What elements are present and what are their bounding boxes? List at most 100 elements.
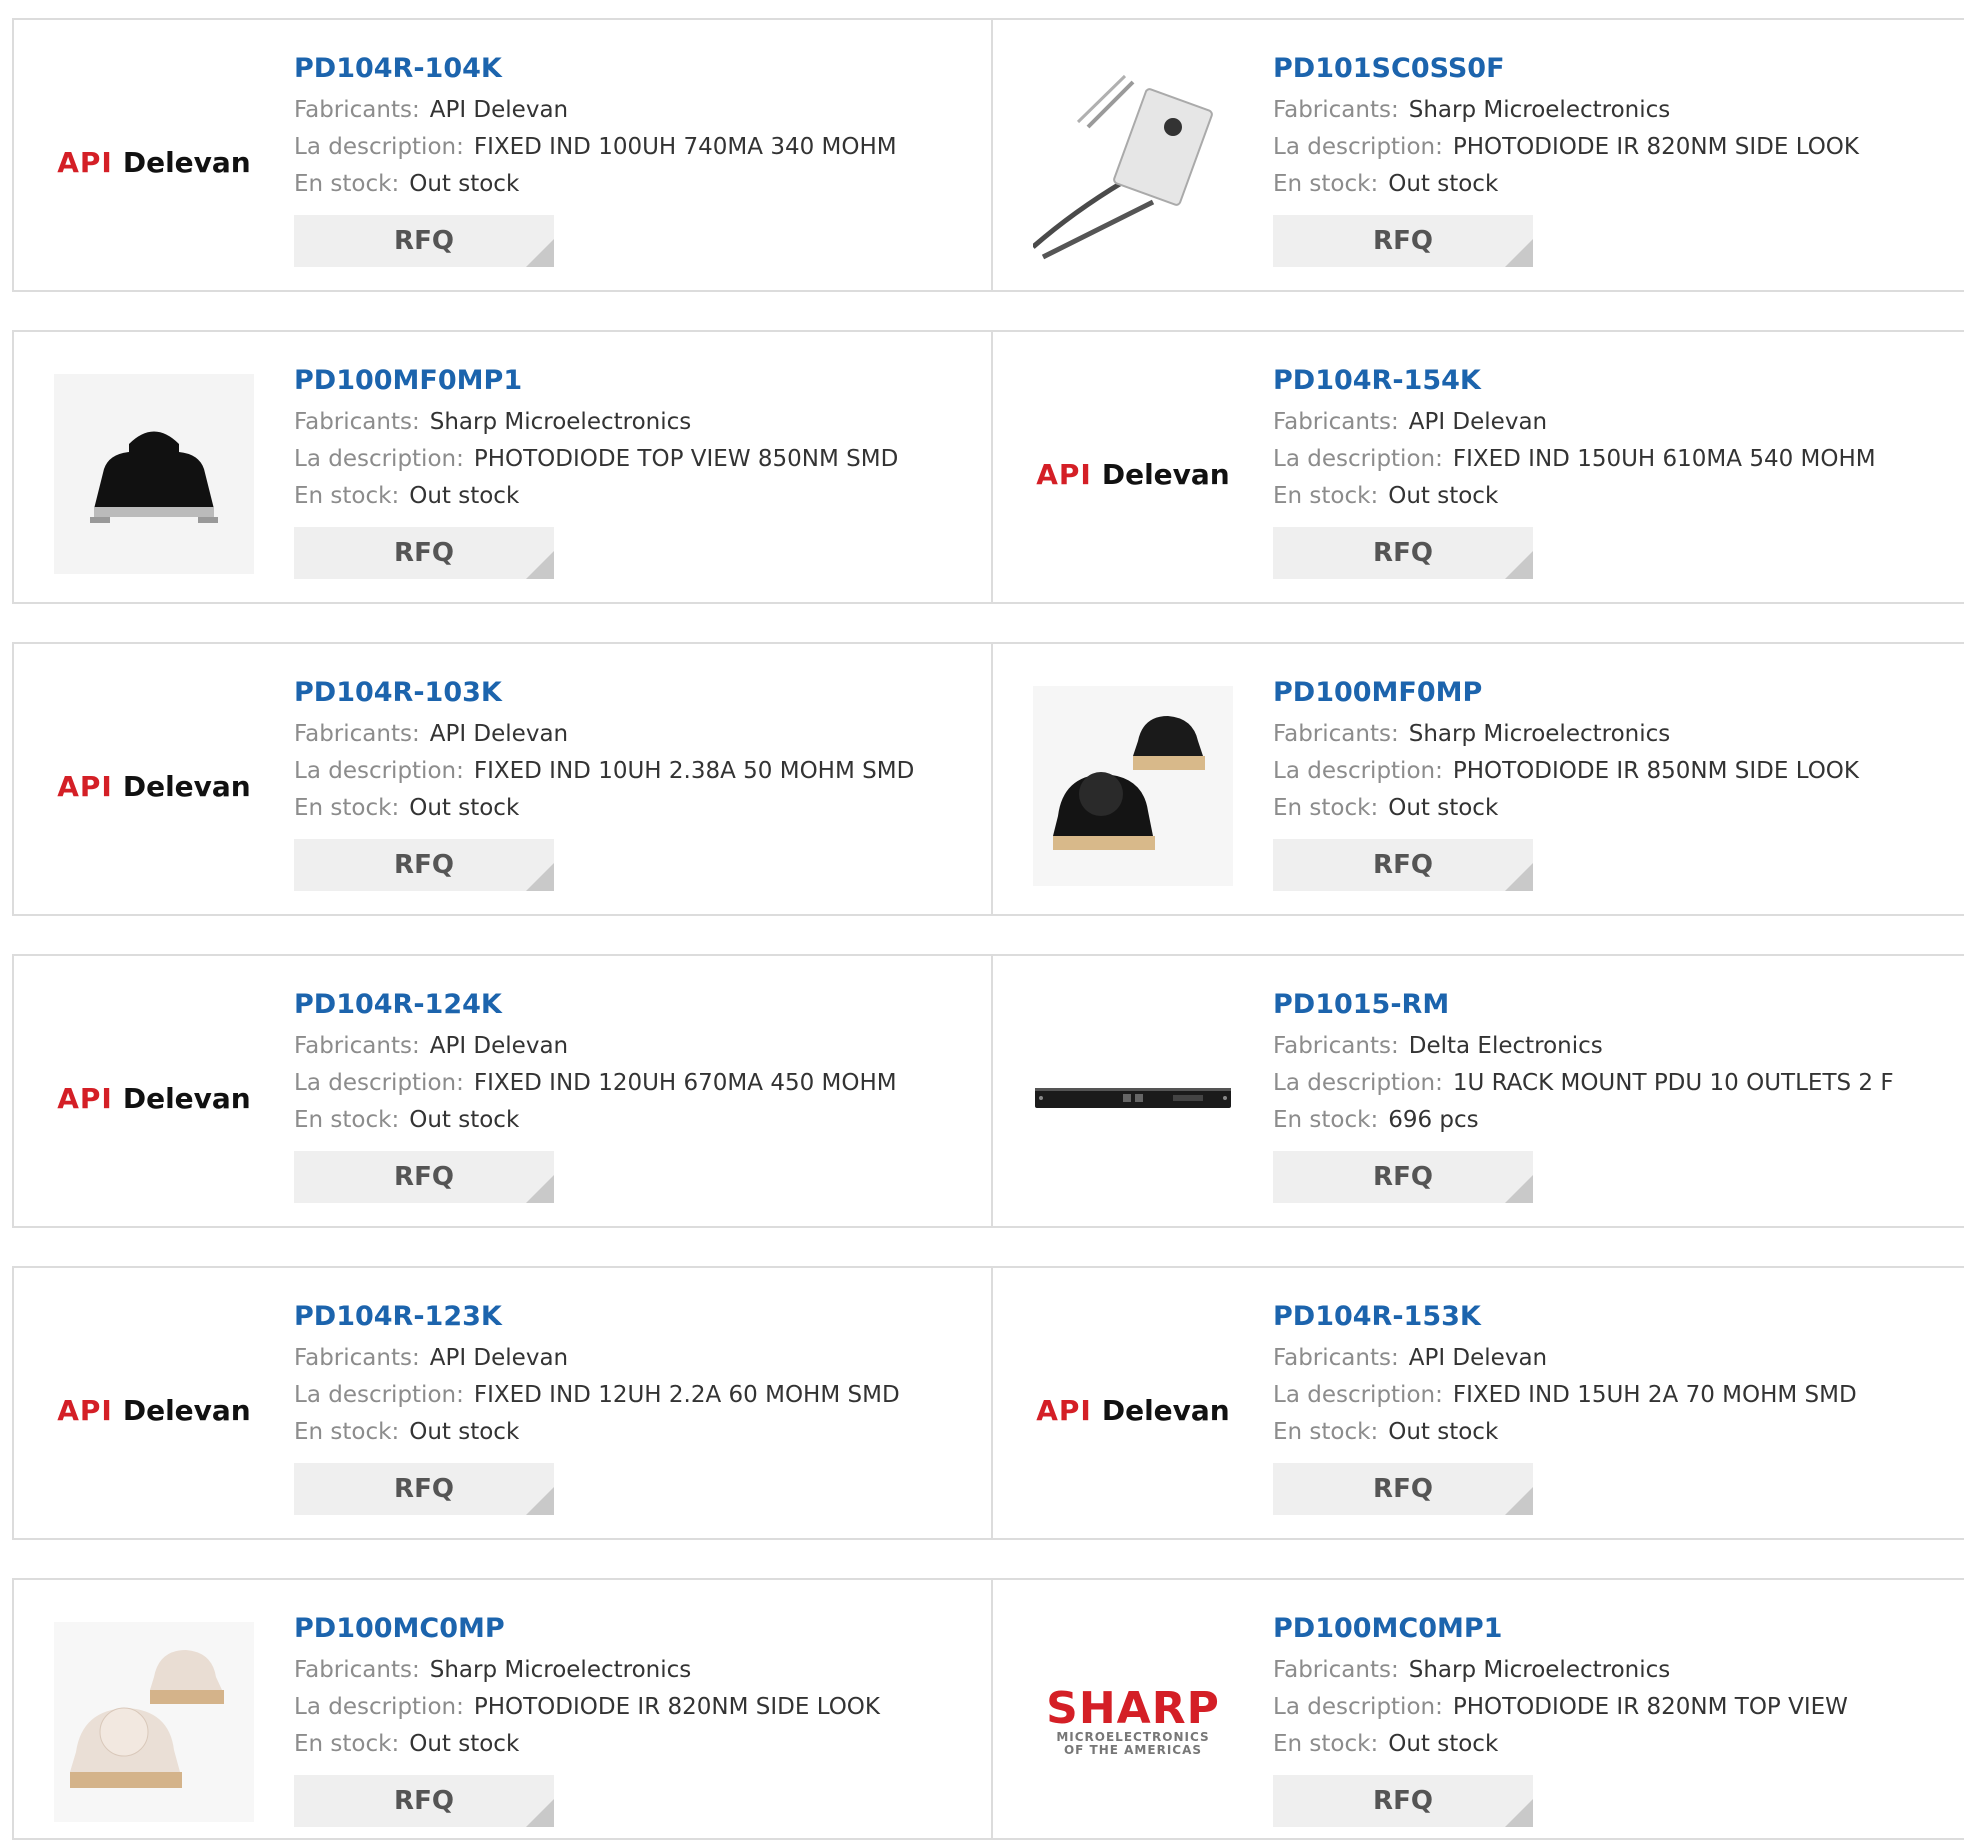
manufacturer-logo[interactable]: API Delevan (54, 62, 254, 262)
rfq-button[interactable]: RFQ (294, 1463, 554, 1515)
description-value: FIXED IND 12UH 2.2A 60 MOHM SMD (473, 1382, 900, 1408)
part-number-link[interactable]: PD100MC0MP (294, 1610, 880, 1648)
product-card: API Delevan PD104R-124K Fabricants: API De… (14, 956, 991, 1226)
description-value: FIXED IND 120UH 670MA 450 MOHM (473, 1070, 897, 1096)
product-row: API Delevan PD104R-123K Fabricants: API De… (12, 1266, 1964, 1540)
manufacturer-logo[interactable]: API Delevan (54, 1310, 254, 1510)
product-grid: API Delevan PD104R-104K Fabricants: API De… (0, 0, 1964, 1840)
stock-line: En stock: Out stock (294, 1726, 880, 1763)
manufacturer-label: Fabricants: (1273, 721, 1399, 747)
description-line: La description: PHOTODIODE TOP VIEW 850NM… (294, 441, 898, 478)
stock-value: 696 pcs (1388, 1107, 1479, 1133)
product-card: PD100MC0MP Fabricants: Sharp Microelectro… (14, 1580, 991, 1838)
api-logo-text: API (57, 769, 113, 803)
stock-line: En stock: Out stock (294, 166, 897, 203)
stock-value: Out stock (1388, 1731, 1499, 1757)
black-smd-photodiode-photo (54, 374, 254, 574)
manufacturer-line: Fabricants: API Delevan (294, 1028, 897, 1065)
product-image[interactable] (54, 1622, 254, 1822)
stock-label: En stock: (1273, 483, 1379, 509)
rfq-button[interactable]: RFQ (1273, 215, 1533, 267)
manufacturer-value: Sharp Microelectronics (429, 409, 692, 435)
manufacturer-label: Fabricants: (1273, 97, 1399, 123)
manufacturer-logo[interactable]: API Delevan (1033, 1310, 1233, 1510)
rfq-button[interactable]: RFQ (294, 1775, 554, 1827)
product-row: PD100MC0MP Fabricants: Sharp Microelectro… (12, 1578, 1964, 1840)
stock-line: En stock: Out stock (1273, 1726, 1848, 1763)
manufacturer-line: Fabricants: Sharp Microelectronics (294, 404, 898, 441)
description-label: La description: (294, 446, 464, 472)
manufacturer-logo[interactable]: SHARP MICROELECTRONICS OF THE AMERICAS (1033, 1622, 1233, 1822)
rfq-button[interactable]: RFQ (1273, 1151, 1533, 1203)
manufacturer-logo[interactable]: API Delevan (54, 686, 254, 886)
description-line: La description: FIXED IND 10UH 2.38A 50 M… (294, 753, 914, 790)
manufacturer-value: API Delevan (429, 1345, 569, 1371)
rfq-button[interactable]: RFQ (294, 839, 554, 891)
stock-label: En stock: (294, 1107, 400, 1133)
part-number-link[interactable]: PD1015-RM (1273, 986, 1894, 1024)
part-number-link[interactable]: PD101SC0SS0F (1273, 50, 1859, 88)
product-card: API Delevan PD104R-103K Fabricants: API De… (14, 644, 991, 914)
rfq-button[interactable]: RFQ (294, 527, 554, 579)
product-card: API Delevan PD104R-104K Fabricants: API De… (14, 20, 991, 290)
stock-value: Out stock (1388, 171, 1499, 197)
part-number-link[interactable]: PD104R-123K (294, 1298, 900, 1336)
rfq-button[interactable]: RFQ (1273, 1463, 1533, 1515)
part-number-link[interactable]: PD100MC0MP1 (1273, 1610, 1848, 1648)
part-number-link[interactable]: PD104R-103K (294, 674, 914, 712)
manufacturer-label: Fabricants: (1273, 1345, 1399, 1371)
stock-value: Out stock (409, 171, 520, 197)
delevan-logo-text: Delevan (122, 1393, 251, 1427)
description-label: La description: (1273, 134, 1443, 160)
api-logo-text: API (1036, 457, 1092, 491)
delevan-logo-text: Delevan (122, 769, 251, 803)
rfq-button[interactable]: RFQ (294, 215, 554, 267)
product-card: PD101SC0SS0F Fabricants: Sharp Microelect… (991, 20, 1964, 290)
description-line: La description: 1U RACK MOUNT PDU 10 OUTL… (1273, 1065, 1894, 1102)
rfq-button[interactable]: RFQ (294, 1151, 554, 1203)
product-image[interactable] (1033, 998, 1233, 1198)
manufacturer-line: Fabricants: Sharp Microelectronics (294, 1652, 880, 1689)
two-black-smd-photodiodes-photo (1033, 686, 1233, 886)
description-label: La description: (1273, 446, 1443, 472)
api-logo-text: API (1036, 1393, 1092, 1427)
stock-label: En stock: (1273, 795, 1379, 821)
description-value: PHOTODIODE IR 820NM SIDE LOOK (1452, 134, 1859, 160)
part-number-link[interactable]: PD104R-124K (294, 986, 897, 1024)
manufacturer-label: Fabricants: (294, 721, 420, 747)
manufacturer-line: Fabricants: Sharp Microelectronics (1273, 92, 1859, 129)
manufacturer-value: Sharp Microelectronics (1408, 97, 1671, 123)
description-label: La description: (294, 1382, 464, 1408)
manufacturer-value: Delta Electronics (1408, 1033, 1603, 1059)
manufacturer-logo[interactable]: API Delevan (54, 998, 254, 1198)
description-line: La description: FIXED IND 12UH 2.2A 60 MO… (294, 1377, 900, 1414)
description-label: La description: (294, 1070, 464, 1096)
description-line: La description: FIXED IND 100UH 740MA 340… (294, 129, 897, 166)
stock-line: En stock: Out stock (1273, 1414, 1857, 1451)
part-number-link[interactable]: PD104R-104K (294, 50, 897, 88)
product-image[interactable] (54, 374, 254, 574)
manufacturer-line: Fabricants: Sharp Microelectronics (1273, 716, 1859, 753)
manufacturer-line: Fabricants: API Delevan (294, 92, 897, 129)
description-value: 1U RACK MOUNT PDU 10 OUTLETS 2 F (1452, 1070, 1894, 1096)
product-image[interactable] (1033, 686, 1233, 886)
stock-value: Out stock (1388, 483, 1499, 509)
part-number-link[interactable]: PD100MF0MP (1273, 674, 1859, 712)
product-row: API Delevan PD104R-124K Fabricants: API De… (12, 954, 1964, 1228)
description-line: La description: FIXED IND 150UH 610MA 540… (1273, 441, 1876, 478)
part-number-link[interactable]: PD100MF0MP1 (294, 362, 898, 400)
product-image[interactable] (1033, 62, 1233, 262)
manufacturer-value: API Delevan (429, 1033, 569, 1059)
part-number-link[interactable]: PD104R-154K (1273, 362, 1876, 400)
rfq-button[interactable]: RFQ (1273, 1775, 1533, 1827)
rfq-button[interactable]: RFQ (1273, 839, 1533, 891)
description-value: FIXED IND 15UH 2A 70 MOHM SMD (1452, 1382, 1857, 1408)
manufacturer-logo[interactable]: API Delevan (1033, 374, 1233, 574)
stock-value: Out stock (409, 1107, 520, 1133)
stock-value: Out stock (1388, 795, 1499, 821)
stock-label: En stock: (294, 171, 400, 197)
manufacturer-label: Fabricants: (1273, 1657, 1399, 1683)
part-number-link[interactable]: PD104R-153K (1273, 1298, 1857, 1336)
stock-value: Out stock (1388, 1419, 1499, 1445)
rfq-button[interactable]: RFQ (1273, 527, 1533, 579)
